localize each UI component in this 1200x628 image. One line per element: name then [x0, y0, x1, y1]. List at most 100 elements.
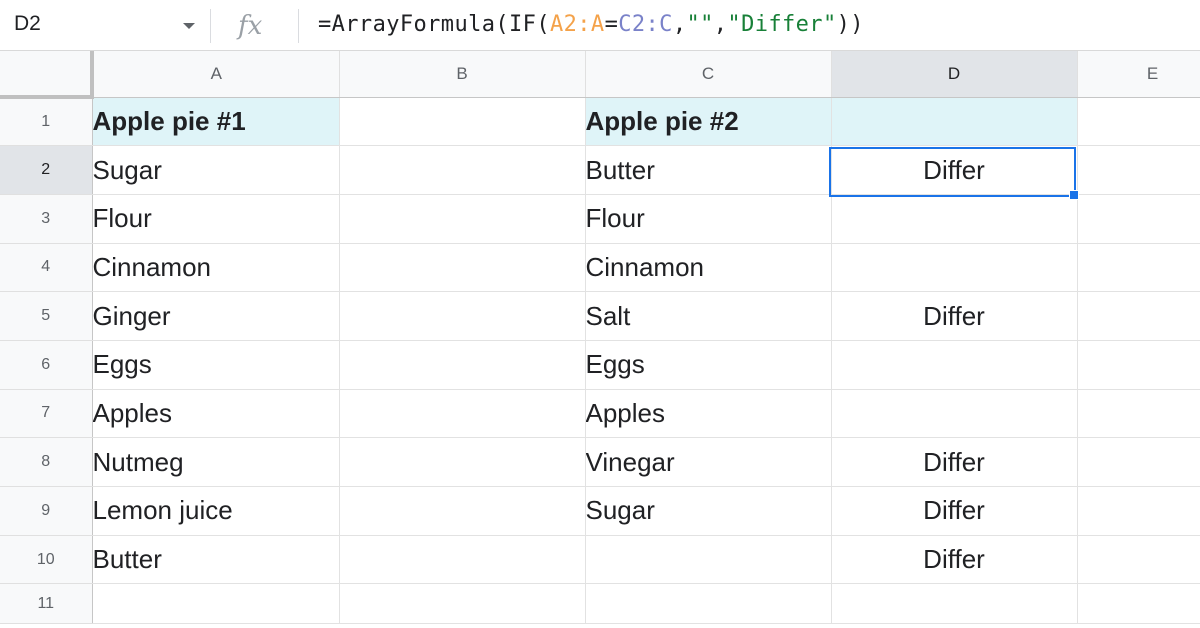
cell-a5[interactable]: Ginger	[92, 291, 340, 341]
formula-token: ,	[713, 12, 728, 37]
formula-token: ))	[836, 12, 864, 37]
cell-a1[interactable]: Apple pie #1	[92, 97, 340, 147]
table-row: 9 Lemon juice Sugar Differ	[0, 486, 1200, 536]
cell-a4[interactable]: Cinnamon	[92, 243, 340, 293]
column-header-c[interactable]: C	[585, 51, 832, 98]
cell-c3[interactable]: Flour	[585, 194, 832, 244]
name-box[interactable]: D2	[0, 0, 208, 50]
cell-c10[interactable]	[585, 535, 832, 585]
row-header-1[interactable]: 1	[0, 97, 93, 147]
cell-e11[interactable]	[1077, 583, 1200, 625]
spreadsheet-grid: A B C D E 1 Apple pie #1 Apple pie #2 2 Suga…	[0, 51, 1200, 628]
cell-c11[interactable]	[585, 583, 832, 625]
table-row: 2 Sugar Butter Differ	[0, 145, 1200, 195]
cell-c2[interactable]: Butter	[585, 145, 832, 195]
svg-text:fx: fx	[236, 11, 263, 41]
cell-e9[interactable]	[1077, 486, 1200, 536]
cell-b4[interactable]	[339, 243, 586, 293]
table-row: 6 Eggs Eggs	[0, 340, 1200, 390]
cell-b2[interactable]	[339, 145, 586, 195]
cell-d5[interactable]: Differ	[831, 291, 1078, 341]
column-header-e[interactable]: E	[1077, 51, 1200, 98]
cell-a10[interactable]: Butter	[92, 535, 340, 585]
cell-b6[interactable]	[339, 340, 586, 390]
cell-d10[interactable]: Differ	[831, 535, 1078, 585]
table-row: 1 Apple pie #1 Apple pie #2	[0, 97, 1200, 147]
column-header-a[interactable]: A	[92, 51, 340, 98]
cell-a3[interactable]: Flour	[92, 194, 340, 244]
cell-d7[interactable]	[831, 389, 1078, 439]
cell-a2[interactable]: Sugar	[92, 145, 340, 195]
row-header-5[interactable]: 5	[0, 291, 93, 341]
cell-a6[interactable]: Eggs	[92, 340, 340, 390]
cell-c9[interactable]: Sugar	[585, 486, 832, 536]
cell-a11[interactable]	[92, 583, 340, 625]
cell-b7[interactable]	[339, 389, 586, 439]
cell-e10[interactable]	[1077, 535, 1200, 585]
cell-b1[interactable]	[339, 97, 586, 147]
cell-d4[interactable]	[831, 243, 1078, 293]
cell-c4[interactable]: Cinnamon	[585, 243, 832, 293]
cell-c8[interactable]: Vinegar	[585, 437, 832, 487]
cell-d6[interactable]	[831, 340, 1078, 390]
row-header-6[interactable]: 6	[0, 340, 93, 390]
formula-bar: D2 fx =ArrayFormula(IF(A2:A=C2:C,"","Dif…	[0, 0, 1200, 51]
cell-e2[interactable]	[1077, 145, 1200, 195]
cell-e7[interactable]	[1077, 389, 1200, 439]
cell-b8[interactable]	[339, 437, 586, 487]
formula-token: ,	[672, 12, 687, 37]
cell-b11[interactable]	[339, 583, 586, 625]
cell-b9[interactable]	[339, 486, 586, 536]
cell-c1[interactable]: Apple pie #2	[585, 97, 832, 147]
column-header-b[interactable]: B	[339, 51, 586, 98]
cell-d3[interactable]	[831, 194, 1078, 244]
fill-handle[interactable]	[1069, 190, 1079, 200]
cell-d2[interactable]: Differ	[831, 145, 1078, 195]
cell-b3[interactable]	[339, 194, 586, 244]
cell-c7[interactable]: Apples	[585, 389, 832, 439]
cell-b10[interactable]	[339, 535, 586, 585]
formula-token: =	[604, 12, 619, 37]
table-row: 8 Nutmeg Vinegar Differ	[0, 437, 1200, 487]
formula-token: "Differ"	[727, 12, 837, 37]
row-header-3[interactable]: 3	[0, 194, 93, 244]
select-all-corner[interactable]	[0, 51, 94, 99]
formula-token: ""	[686, 12, 714, 37]
column-header-d[interactable]: D	[831, 51, 1078, 98]
cell-d11[interactable]	[831, 583, 1078, 625]
cell-d9[interactable]: Differ	[831, 486, 1078, 536]
cell-c5[interactable]: Salt	[585, 291, 832, 341]
fx-icon: fx	[236, 11, 263, 41]
row-header-8[interactable]: 8	[0, 437, 93, 487]
formula-token: C2:C	[618, 12, 673, 37]
formula-input[interactable]: =ArrayFormula(IF(A2:A=C2:C,"","Differ"))	[318, 12, 864, 37]
formula-token: A2:A	[549, 12, 605, 37]
row-header-10[interactable]: 10	[0, 535, 93, 585]
divider	[298, 9, 299, 43]
table-row: 4 Cinnamon Cinnamon	[0, 243, 1200, 293]
cell-a7[interactable]: Apples	[92, 389, 340, 439]
cell-e6[interactable]	[1077, 340, 1200, 390]
row-header-9[interactable]: 9	[0, 486, 93, 536]
formula-token: =ArrayFormula(IF(	[318, 12, 550, 37]
row-header-4[interactable]: 4	[0, 243, 93, 293]
chevron-down-icon[interactable]	[183, 23, 195, 29]
cell-c6[interactable]: Eggs	[585, 340, 832, 390]
cell-e8[interactable]	[1077, 437, 1200, 487]
table-row: 10 Butter Differ	[0, 535, 1200, 585]
cell-e5[interactable]	[1077, 291, 1200, 341]
cell-a9[interactable]: Lemon juice	[92, 486, 340, 536]
cell-e3[interactable]	[1077, 194, 1200, 244]
table-row: 5 Ginger Salt Differ	[0, 291, 1200, 341]
divider	[210, 9, 211, 43]
cell-e1[interactable]	[1077, 97, 1200, 147]
cell-e4[interactable]	[1077, 243, 1200, 293]
cell-a8[interactable]: Nutmeg	[92, 437, 340, 487]
row-header-7[interactable]: 7	[0, 389, 93, 439]
table-row: 3 Flour Flour	[0, 194, 1200, 244]
cell-b5[interactable]	[339, 291, 586, 341]
row-header-2[interactable]: 2	[0, 145, 93, 195]
cell-d8[interactable]: Differ	[831, 437, 1078, 487]
cell-d1[interactable]	[831, 97, 1078, 147]
row-header-11[interactable]: 11	[0, 583, 93, 625]
